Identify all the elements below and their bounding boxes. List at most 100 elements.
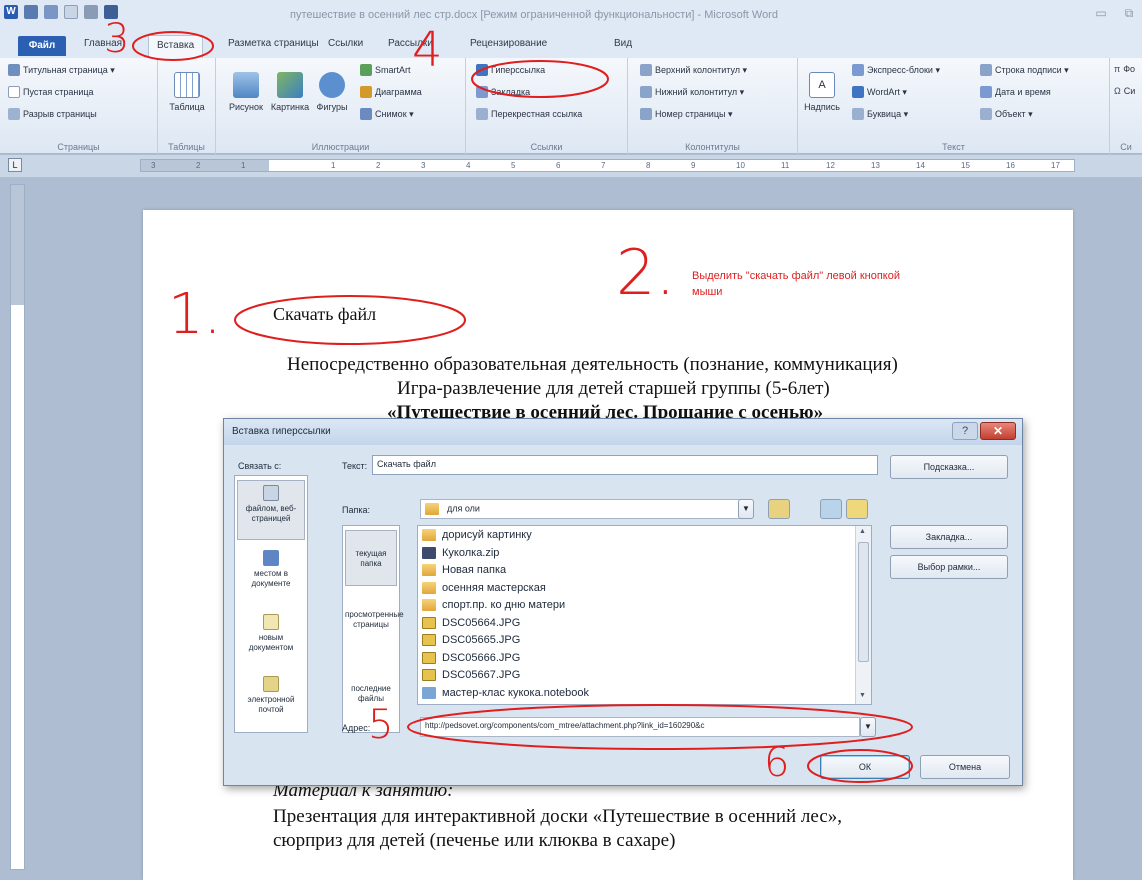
file-list-item[interactable]: DSC05667.JPG xyxy=(422,668,520,682)
minimize-button[interactable]: ▭ xyxy=(1090,6,1112,22)
dialog-title: Вставка гиперссылки xyxy=(232,426,331,437)
ok-button[interactable]: ОК xyxy=(820,755,910,779)
folder-icon xyxy=(422,529,436,541)
bookmark-button[interactable]: Закладка... xyxy=(890,525,1008,549)
ruler-number: 3 xyxy=(421,161,426,170)
ruler-number: 1 xyxy=(241,161,246,170)
table-icon xyxy=(174,72,200,98)
drop-cap-icon xyxy=(852,108,864,120)
tab-view[interactable]: Вид xyxy=(614,38,632,49)
doc-line-1: Непосредственно образовательная деятельн… xyxy=(287,354,898,375)
table-button[interactable]: Таблица xyxy=(166,72,208,112)
print-icon[interactable] xyxy=(84,5,98,19)
horizontal-ruler[interactable]: 3 2 1 1 2 3 4 5 6 7 8 9 10 11 12 13 14 15 16 17 xyxy=(140,159,1075,172)
chart-button[interactable]: Диаграмма xyxy=(360,86,422,98)
symbol-button[interactable]: Ω Си xyxy=(1114,86,1135,96)
wordart-button[interactable]: WordArt ▾ xyxy=(852,86,907,98)
help-button[interactable]: ? xyxy=(952,422,978,440)
link-existing-file[interactable]: файлом, веб-страницей xyxy=(237,480,305,540)
tab-references[interactable]: Ссылки xyxy=(328,38,363,49)
close-button[interactable]: ✕ xyxy=(980,422,1016,440)
scroll-thumb[interactable] xyxy=(858,542,869,662)
vertical-ruler[interactable] xyxy=(10,184,25,870)
cancel-button[interactable]: Отмена xyxy=(920,755,1010,779)
footer-button[interactable]: Нижний колонтитул ▾ xyxy=(640,86,744,98)
file-list-item[interactable]: Новая папка xyxy=(422,563,506,577)
quick-parts-button[interactable]: Экспресс-блоки ▾ xyxy=(852,64,940,76)
object-button[interactable]: Объект ▾ xyxy=(980,108,1033,120)
link-new-document[interactable]: новым документом xyxy=(237,610,305,666)
file-name: DSC05666.JPG xyxy=(442,651,521,664)
cross-reference-button[interactable]: Перекрестная ссылка xyxy=(476,108,582,120)
display-text-input[interactable]: Скачать файл xyxy=(372,455,878,475)
browse-web-icon[interactable] xyxy=(820,499,842,519)
file-name: DSC05665.JPG xyxy=(442,634,521,646)
signature-line-button[interactable]: Строка подписи ▾ xyxy=(980,64,1069,76)
file-list-item[interactable]: мастер-клас кукока.notebook xyxy=(422,686,589,700)
date-time-button[interactable]: Дата и время xyxy=(980,86,1051,98)
picture-button[interactable]: Рисунок xyxy=(226,72,266,112)
file-list-item[interactable]: DSC05664.JPG xyxy=(422,616,520,630)
tab-page-layout[interactable]: Разметка страницы xyxy=(228,38,319,49)
text-box-button[interactable]: A Надпись xyxy=(802,72,842,112)
file-list-item[interactable]: осенняя мастерская xyxy=(422,581,546,595)
new-document-icon[interactable] xyxy=(64,5,78,19)
hyperlink-button[interactable]: Гиперссылка xyxy=(476,64,545,76)
folder-select[interactable]: для оли xyxy=(420,499,750,519)
current-folder-option[interactable]: текущая папка xyxy=(345,530,397,586)
file-list-item[interactable]: Куколка.zip xyxy=(422,546,499,560)
page-number-icon xyxy=(640,108,652,120)
jpg-icon xyxy=(422,616,436,629)
download-link-text[interactable]: Скачать файл xyxy=(273,304,376,325)
shapes-button[interactable]: Фигуры xyxy=(312,72,352,112)
browse-file-icon[interactable] xyxy=(846,499,868,519)
date-time-icon xyxy=(980,86,992,98)
file-list-item[interactable]: DSC05665.JPG xyxy=(422,633,520,647)
browsed-pages-option[interactable]: просмотренные страницы xyxy=(345,596,404,656)
pages-group-label: Страницы xyxy=(57,142,100,152)
address-input[interactable]: http://pedsovet.org/components/com_mtree… xyxy=(420,717,860,737)
zip-icon xyxy=(422,546,436,559)
file-name: мастер-клас кукока.notebook xyxy=(442,686,590,699)
word-logo-icon[interactable]: W xyxy=(4,5,18,19)
omega-icon: Ω xyxy=(1114,86,1121,96)
bookmark-ribbon-button[interactable]: Закладка xyxy=(476,86,530,98)
file-list-scrollbar[interactable]: ▲ ▼ xyxy=(855,526,871,704)
link-place-in-document[interactable]: местом в документе xyxy=(237,546,305,604)
file-list-item[interactable]: спорт.пр. ко дню матери xyxy=(422,598,565,612)
scroll-up-icon[interactable]: ▲ xyxy=(859,528,866,535)
up-folder-icon[interactable] xyxy=(768,499,790,519)
tab-insert[interactable]: Вставка xyxy=(148,35,204,58)
cover-page-button[interactable]: Титульная страница ▾ xyxy=(8,64,115,76)
dialog-title-bar: Вставка гиперссылки xyxy=(224,419,1022,445)
tab-stop-selector[interactable]: L xyxy=(8,158,22,172)
page-break-button[interactable]: Разрыв страницы xyxy=(8,108,97,120)
link-email[interactable]: электронной почтой xyxy=(237,672,305,728)
ruler-number: 14 xyxy=(916,161,925,170)
ruler-number: 16 xyxy=(1006,161,1015,170)
scroll-down-icon[interactable]: ▼ xyxy=(859,692,866,699)
tab-file[interactable]: Файл xyxy=(18,36,66,56)
tab-review[interactable]: Рецензирование xyxy=(470,38,547,49)
ribbon: Титульная страница ▾ Пустая страница Раз… xyxy=(0,58,1142,154)
page-number-button[interactable]: Номер страницы ▾ xyxy=(640,108,732,120)
target-frame-button[interactable]: Выбор рамки... xyxy=(890,555,1008,579)
text-box-icon: A xyxy=(809,72,835,98)
clipart-button[interactable]: Картинка xyxy=(270,72,310,112)
blank-page-button[interactable]: Пустая страница xyxy=(8,86,94,98)
smartart-button[interactable]: SmartArt xyxy=(360,64,411,76)
restore-button[interactable]: ⧉ xyxy=(1118,6,1140,22)
file-list-item[interactable]: дорисуй картинку xyxy=(422,528,532,542)
folder-dropdown-arrow[interactable]: ▼ xyxy=(738,499,754,519)
drop-cap-button[interactable]: Буквица ▾ xyxy=(852,108,908,120)
file-name: осенняя мастерская xyxy=(442,581,546,594)
equation-button[interactable]: π Фо xyxy=(1114,64,1135,74)
file-list-item[interactable]: DSC05666.JPG xyxy=(422,651,520,665)
screen-tip-button[interactable]: Подсказка... xyxy=(890,455,1008,479)
undo-icon[interactable] xyxy=(24,5,38,19)
redo-icon[interactable] xyxy=(44,5,58,19)
address-dropdown-arrow[interactable]: ▼ xyxy=(860,717,876,737)
smartart-icon xyxy=(360,64,372,76)
header-button[interactable]: Верхний колонтитул ▾ xyxy=(640,64,747,76)
screenshot-button[interactable]: Снимок ▾ xyxy=(360,108,414,120)
